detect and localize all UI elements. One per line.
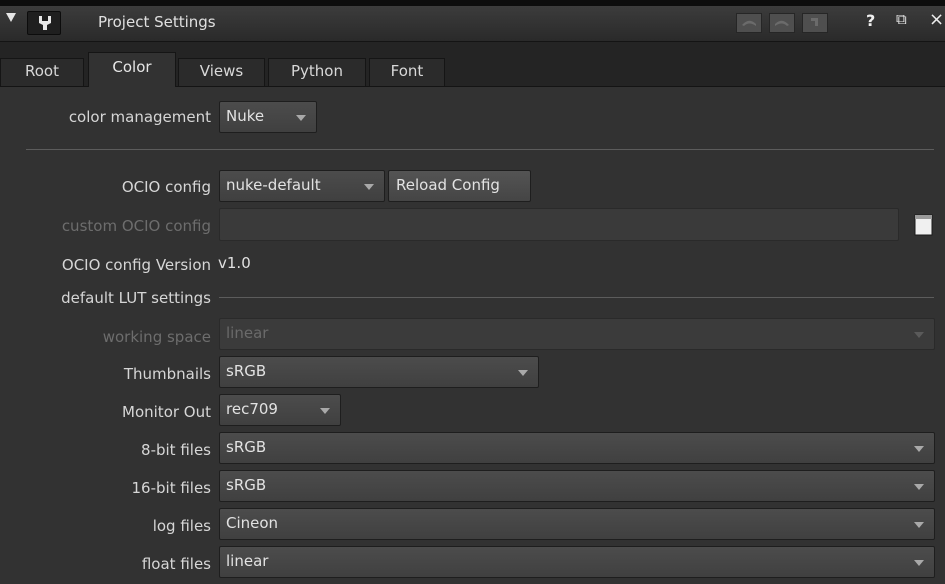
help-icon[interactable]: ? xyxy=(866,11,875,30)
8-bit-files-label: 8-bit files xyxy=(141,441,211,459)
working-space-label: working space xyxy=(102,328,211,346)
thumbnails-label: Thumbnails xyxy=(123,365,211,383)
ocio-config-version-value: v1.0 xyxy=(218,254,251,272)
tab-color[interactable]: Color xyxy=(88,52,176,87)
monitor-out-label: Monitor Out xyxy=(122,403,211,421)
folder-icon[interactable] xyxy=(914,213,934,241)
undo-button[interactable] xyxy=(736,13,762,33)
float-files-value: linear xyxy=(226,552,269,570)
collapse-arrow-icon[interactable] xyxy=(6,13,16,22)
color-management-dropdown[interactable]: Nuke xyxy=(219,101,317,133)
float-files-dropdown[interactable]: linear xyxy=(219,546,935,578)
chevron-down-icon xyxy=(296,115,306,121)
window-title: Project Settings xyxy=(98,13,216,31)
reload-config-button[interactable]: Reload Config xyxy=(388,170,531,202)
16-bit-files-label: 16-bit files xyxy=(131,479,212,497)
8-bit-files-value: sRGB xyxy=(226,438,267,456)
thumbnails-dropdown[interactable]: sRGB xyxy=(219,356,539,388)
tab-python[interactable]: Python xyxy=(268,58,366,86)
working-space-value: linear xyxy=(226,324,269,342)
color-management-value: Nuke xyxy=(226,107,265,125)
float-files-label: float files xyxy=(141,555,211,573)
monitor-out-value: rec709 xyxy=(226,400,278,418)
log-files-value: Cineon xyxy=(226,514,279,532)
section-divider xyxy=(219,297,934,298)
wrench-icon[interactable] xyxy=(27,11,61,35)
ocio-config-version-label: OCIO config Version xyxy=(61,256,211,274)
chevron-down-icon xyxy=(914,484,924,490)
ocio-config-label: OCIO config xyxy=(121,178,211,196)
title-bar: Project Settings ? ⧉ × xyxy=(0,0,945,42)
ocio-config-value: nuke-default xyxy=(226,176,321,194)
redo-button[interactable] xyxy=(769,13,795,33)
close-icon[interactable]: × xyxy=(929,9,944,30)
monitor-out-dropdown[interactable]: rec709 xyxy=(219,394,341,426)
custom-ocio-config-label: custom OCIO config xyxy=(61,217,211,235)
default-lut-settings-label: default LUT settings xyxy=(61,289,211,307)
16-bit-files-value: sRGB xyxy=(226,476,267,494)
chevron-down-icon xyxy=(914,446,924,452)
chevron-down-icon xyxy=(914,560,924,566)
tab-bar: Root Color Views Python Font xyxy=(0,42,945,87)
16-bit-files-dropdown[interactable]: sRGB xyxy=(219,470,935,502)
log-files-dropdown[interactable]: Cineon xyxy=(219,508,935,540)
thumbnails-value: sRGB xyxy=(226,362,267,380)
float-window-icon[interactable]: ⧉ xyxy=(896,10,907,28)
chevron-down-icon xyxy=(364,184,374,190)
custom-ocio-config-input[interactable] xyxy=(219,208,899,241)
color-management-label: color management xyxy=(68,108,211,126)
chevron-down-icon xyxy=(320,408,330,414)
8-bit-files-dropdown[interactable]: sRGB xyxy=(219,432,935,464)
chevron-down-icon xyxy=(914,332,924,338)
ocio-config-dropdown[interactable]: nuke-default xyxy=(219,170,385,202)
chevron-down-icon xyxy=(914,522,924,528)
tab-root[interactable]: Root xyxy=(0,58,84,86)
divider xyxy=(26,149,934,150)
revert-button[interactable] xyxy=(802,13,828,33)
tab-views[interactable]: Views xyxy=(178,58,265,86)
tab-font[interactable]: Font xyxy=(369,58,445,86)
working-space-dropdown[interactable]: linear xyxy=(219,318,935,350)
chevron-down-icon xyxy=(518,370,528,376)
log-files-label: log files xyxy=(152,517,211,535)
